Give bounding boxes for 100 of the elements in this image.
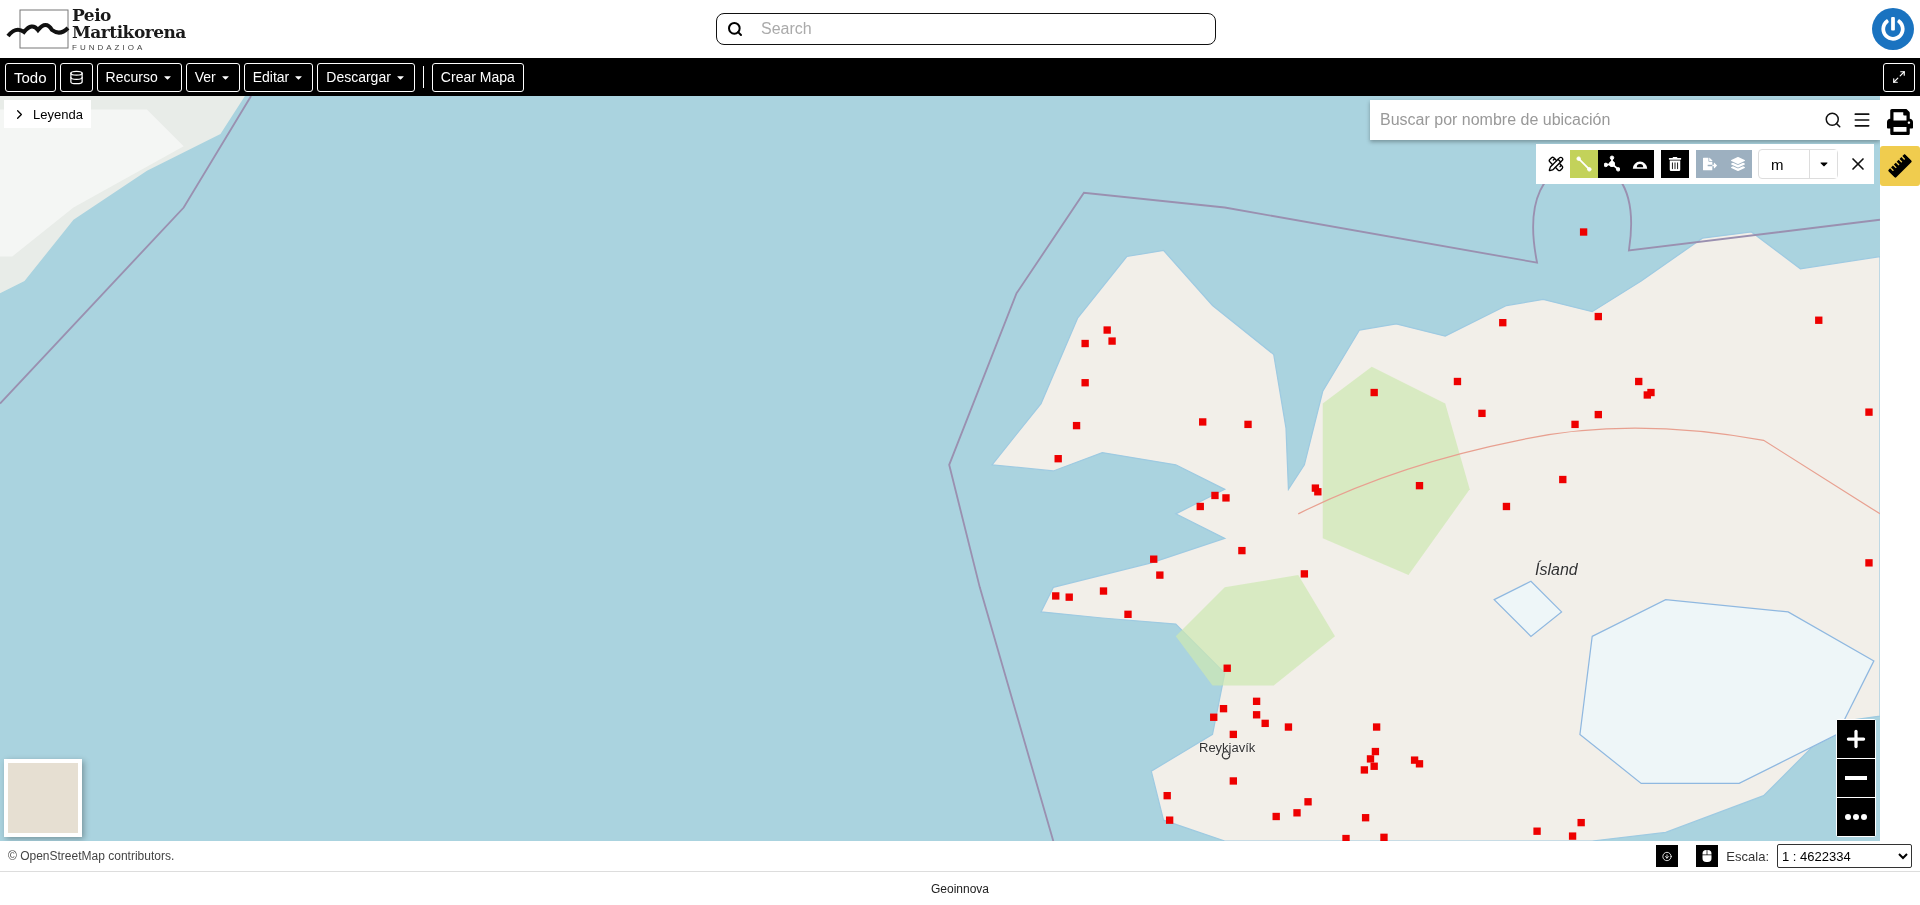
menu-button[interactable]	[1852, 110, 1872, 130]
measure-tool-button[interactable]	[1626, 150, 1654, 178]
map-marker[interactable]	[1360, 766, 1369, 774]
map-marker[interactable]	[1559, 475, 1567, 484]
map-marker[interactable]	[1223, 664, 1231, 672]
measure-button[interactable]	[1880, 146, 1920, 186]
toolbar-button[interactable]: Todo	[5, 62, 56, 92]
map-marker[interactable]	[1300, 570, 1309, 578]
dropdown-button[interactable]	[1809, 150, 1837, 178]
menu-dropdown[interactable]: Descargar	[317, 62, 415, 92]
map-marker[interactable]	[1124, 610, 1132, 618]
map-marker[interactable]	[1252, 711, 1261, 719]
logo-icon	[6, 8, 70, 50]
toolbar-button[interactable]: Crear Mapa	[431, 62, 524, 92]
map-marker[interactable]	[1370, 388, 1378, 397]
map-marker[interactable]	[1366, 755, 1375, 763]
map-marker[interactable]	[1065, 593, 1073, 601]
layers-icon	[1731, 157, 1745, 171]
map-marker[interactable]	[1304, 798, 1312, 806]
mouse-icon	[1702, 850, 1713, 862]
map-marker[interactable]	[1150, 555, 1158, 563]
search-button[interactable]	[1824, 111, 1842, 129]
brand-tagline: FUNDAZIOA	[72, 43, 147, 52]
map-marker[interactable]	[1478, 409, 1486, 418]
legend-toggle[interactable]: Leyenda	[4, 100, 91, 128]
menu-dropdown[interactable]: Editar	[243, 62, 314, 92]
trash-icon	[1668, 157, 1682, 171]
map-marker[interactable]	[1108, 337, 1116, 345]
map-marker[interactable]	[1568, 832, 1577, 840]
map-marker[interactable]	[1165, 816, 1174, 824]
layers-button[interactable]	[59, 62, 93, 92]
measure-tool-button[interactable]	[1598, 150, 1626, 178]
map-marker[interactable]	[1361, 814, 1370, 822]
map-marker[interactable]	[1163, 792, 1171, 800]
file-export-icon	[1703, 157, 1717, 171]
map-marker[interactable]	[1081, 339, 1089, 348]
more-button[interactable]	[1837, 798, 1875, 836]
map-marker[interactable]	[1238, 546, 1246, 555]
map-marker[interactable]	[1252, 697, 1261, 705]
power-button[interactable]	[1872, 8, 1914, 50]
menu-icon	[1852, 110, 1872, 130]
menu-dropdown[interactable]: Recurso	[96, 62, 182, 92]
map-marker[interactable]	[1293, 809, 1301, 817]
measure-tool-button[interactable]	[1661, 150, 1689, 178]
mouse-button[interactable]	[1696, 845, 1719, 867]
unit-select[interactable]: m	[1758, 149, 1838, 179]
location-search-bar[interactable]: Buscar por nombre de ubicación	[1370, 100, 1880, 140]
map-marker[interactable]	[1502, 502, 1511, 511]
map-label: Ísland	[1535, 561, 1578, 579]
map-marker[interactable]	[1370, 762, 1378, 770]
map-marker[interactable]	[1594, 410, 1602, 419]
map-marker[interactable]	[1415, 482, 1424, 490]
expand-icon	[1892, 70, 1906, 84]
map-marker[interactable]	[1865, 408, 1873, 416]
map-marker[interactable]	[1199, 418, 1207, 426]
map-marker[interactable]	[1415, 760, 1424, 768]
map-marker[interactable]	[1499, 319, 1507, 327]
map-marker[interactable]	[1453, 377, 1462, 386]
map-marker[interactable]	[1284, 723, 1293, 731]
map-marker[interactable]	[1272, 812, 1280, 821]
map-marker[interactable]	[1261, 719, 1269, 728]
menu-dropdown[interactable]: Ver	[185, 62, 240, 92]
map-marker[interactable]	[1635, 377, 1643, 386]
map-marker[interactable]	[1579, 228, 1588, 236]
map-marker[interactable]	[1244, 420, 1252, 429]
map-marker[interactable]	[1380, 833, 1388, 841]
zoom-out-button[interactable]	[1837, 759, 1875, 797]
map-marker[interactable]	[1229, 777, 1237, 785]
map-marker[interactable]	[1210, 713, 1218, 721]
map-marker[interactable]	[1594, 312, 1602, 321]
map-marker[interactable]	[1229, 730, 1237, 739]
map-marker[interactable]	[1342, 834, 1350, 841]
map-marker[interactable]	[1571, 420, 1579, 429]
map-marker[interactable]	[1196, 502, 1204, 511]
map-marker[interactable]	[1371, 747, 1380, 756]
location-button[interactable]	[1656, 845, 1679, 867]
map-marker[interactable]	[1222, 494, 1230, 502]
map-marker[interactable]	[1052, 592, 1060, 600]
map-marker[interactable]	[1815, 316, 1823, 324]
map-marker[interactable]	[1081, 379, 1089, 387]
map-marker[interactable]	[1054, 455, 1062, 463]
map-marker[interactable]	[1314, 488, 1322, 496]
map-marker[interactable]	[1865, 559, 1873, 567]
map-marker[interactable]	[1533, 827, 1541, 835]
fullscreen-button[interactable]	[1883, 62, 1915, 92]
scale-select[interactable]: 1 : 4622334	[1777, 844, 1912, 868]
polygon-nodes-icon	[1604, 155, 1620, 173]
map-marker[interactable]	[1211, 491, 1219, 500]
search-bar[interactable]: Search	[716, 13, 1216, 45]
map-marker[interactable]	[1372, 723, 1381, 731]
map-marker[interactable]	[1099, 587, 1108, 595]
map-marker[interactable]	[1577, 818, 1585, 827]
footer-text: Geoinnova	[930, 881, 989, 896]
search-icon	[1824, 111, 1842, 129]
map-marker[interactable]	[1072, 421, 1081, 430]
map-marker[interactable]	[1219, 705, 1228, 713]
map-marker[interactable]	[1103, 326, 1111, 334]
map-marker[interactable]	[1647, 388, 1655, 397]
map-marker[interactable]	[1156, 571, 1164, 579]
zoom-in-button[interactable]	[1837, 720, 1875, 758]
